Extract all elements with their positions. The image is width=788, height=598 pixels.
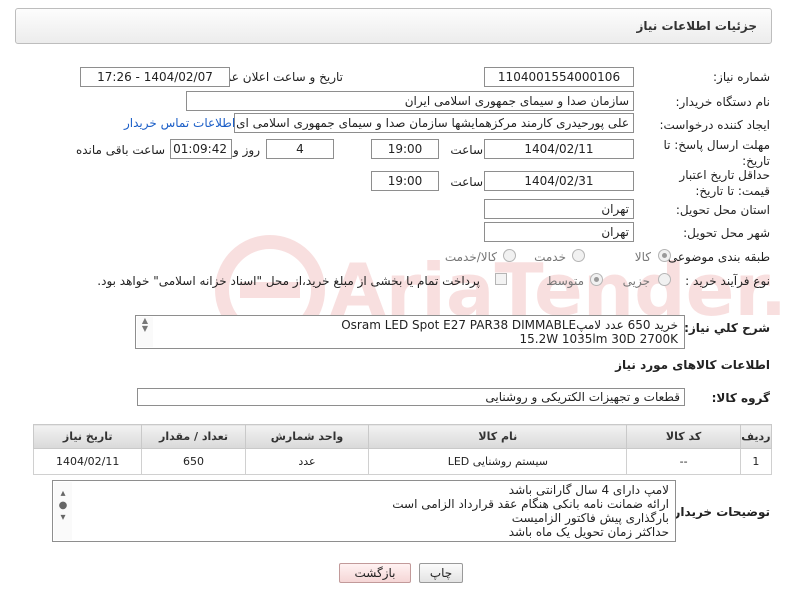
reply-date-field[interactable]: 1404/02/11 [484, 139, 634, 159]
process-label: نوع فرآیند خرید : [685, 274, 770, 288]
process-medium-radio[interactable] [590, 273, 603, 286]
buyer-org-field[interactable]: سازمان صدا و سیمای جمهوری اسلامی ایران [186, 91, 634, 111]
announce-field[interactable]: 1404/02/07 - 17:26 [80, 67, 230, 87]
col-need-date: تاریخ نیاز [32, 424, 143, 449]
print-button[interactable]: چاپ [419, 563, 463, 583]
cell-quantity: 650 [141, 448, 246, 475]
notes-line-4: حداکثر زمان تحویل یک ماه باشد [508, 525, 669, 539]
back-button[interactable]: بازگشت [339, 563, 411, 583]
page-title: جزئیات اطلاعات نیاز [636, 19, 757, 33]
city-label: شهر محل تحویل: [683, 226, 770, 240]
treasury-payment-note: پرداخت تمام یا بخشی از مبلغ خرید،از محل … [97, 274, 480, 288]
summary-line-1: خرید 650 عدد لامپOsram LED Spot E27 PAR3… [341, 318, 678, 332]
cell-item-name: سیستم روشنایی LED [368, 448, 628, 475]
price-time-label: ساعت [450, 175, 483, 189]
summary-textarea[interactable]: ▲ ▼ خرید 650 عدد لامپOsram LED Spot E27 P… [135, 315, 685, 349]
notes-scrollbar[interactable]: ▴ ● ▾ [54, 482, 72, 540]
scroll-dots-icon: ▴ ● ▾ [58, 488, 68, 523]
notes-line-3: بارگذاری پیش فاکتور الزامیست [511, 511, 669, 525]
process-minor-label: جزیی [622, 274, 650, 288]
summary-line-2: 15.2W 1035lm 30D 2700K [519, 332, 678, 346]
header-panel: جزئیات اطلاعات نیاز [15, 8, 772, 44]
cell-row-number: 1 [739, 448, 773, 475]
province-label: استان محل تحویل: [675, 203, 770, 217]
table-header-row: ردیف کد کالا نام کالا واحد شمارش تعداد /… [32, 424, 773, 449]
table-row[interactable]: 1 -- سیستم روشنایی LED عدد 650 1404/02/1… [32, 448, 773, 475]
reply-time-field[interactable]: 19:00 [371, 139, 439, 159]
buyer-notes-label: توضیحات خریدار: [668, 505, 770, 519]
items-table: ردیف کد کالا نام کالا واحد شمارش تعداد /… [32, 424, 773, 475]
category-goods-radio[interactable] [658, 249, 671, 262]
goods-group-field[interactable]: قطعات و تجهیزات الکتریکی و روشنایی [137, 388, 685, 406]
process-medium-label: متوسط [546, 274, 584, 288]
category-label: طبقه بندی موضوعی: [663, 250, 770, 264]
creator-label: ایجاد کننده درخواست: [659, 118, 770, 132]
col-item-name: نام کالا [368, 424, 628, 449]
goods-group-label: گروه کالا: [711, 391, 770, 405]
days-field[interactable]: 4 [266, 139, 334, 159]
price-time-field[interactable]: 19:00 [371, 171, 439, 191]
need-number-label: شماره نیاز: [713, 70, 770, 84]
cell-item-code: -- [626, 448, 741, 475]
need-number-field[interactable]: 1104001554000106 [484, 67, 634, 87]
process-minor-radio[interactable] [658, 273, 671, 286]
category-service-label: خدمت [534, 250, 566, 264]
col-row-number: ردیف [739, 424, 773, 449]
summary-label: شرح کلي نياز: [684, 321, 770, 335]
buyer-notes-textarea[interactable]: ▴ ● ▾ لامپ دارای 4 سال گارانتی باشد ارائه … [52, 480, 676, 542]
cell-need-date: 1404/02/11 [32, 448, 143, 475]
creator-field[interactable]: علی پورحیدری کارمند مرکزهمایشها سازمان ص… [234, 113, 634, 133]
notes-line-2: ارائه ضمانت نامه بانکی هنگام عقد قرارداد… [392, 497, 669, 511]
remaining-label: ساعت باقی مانده [75, 143, 165, 157]
col-item-code: کد کالا [626, 424, 741, 449]
col-unit: واحد شمارش [244, 424, 370, 449]
goods-info-heading: اطلاعات کالاهای مورد نیاز [615, 358, 770, 372]
remaining-time-field[interactable]: 01:09:42 [170, 139, 232, 159]
scroll-arrows-icon: ▲ ▼ [141, 316, 149, 333]
reply-deadline-label: مهلت ارسال پاسخ: تا تاریخ: [663, 138, 770, 168]
buyer-org-label: نام دستگاه خریدار: [675, 95, 771, 109]
buyer-contact-link[interactable]: اطلاعات تماس خریدار [124, 116, 235, 130]
summary-scrollbar[interactable]: ▲ ▼ [137, 317, 153, 347]
category-service-radio[interactable] [572, 249, 585, 262]
days-label: روز و [233, 143, 260, 157]
price-date-field[interactable]: 1404/02/31 [484, 171, 634, 191]
category-both-label: کالا/خدمت [444, 250, 497, 264]
city-field[interactable]: تهران [484, 222, 634, 242]
notes-line-1: لامپ دارای 4 سال گارانتی باشد [508, 483, 669, 497]
province-field[interactable]: تهران [484, 199, 634, 219]
price-deadline-label: حداقل تاریخ اعتبار قیمت: تا تاریخ: [679, 168, 770, 198]
reply-time-label: ساعت [450, 143, 483, 157]
cell-unit: عدد [244, 448, 370, 475]
treasury-payment-checkbox[interactable] [495, 273, 507, 285]
col-quantity: تعداد / مقدار [141, 424, 246, 449]
category-goods-label: کالا [634, 250, 651, 264]
category-both-radio[interactable] [503, 249, 516, 262]
